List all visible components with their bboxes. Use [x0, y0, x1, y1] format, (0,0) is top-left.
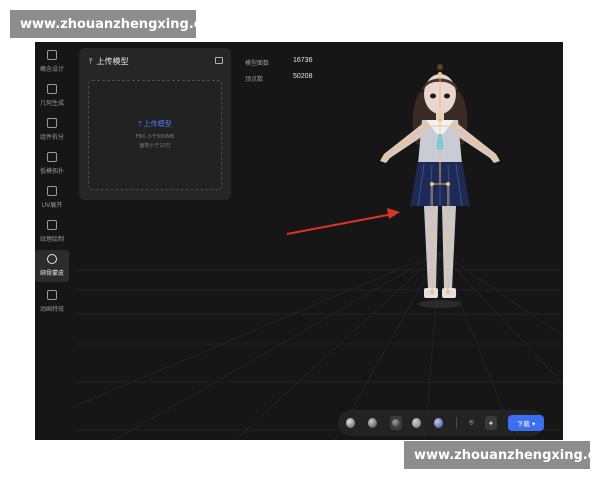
upload-hint-format: FBX,小于600MB [135, 134, 175, 140]
bottom-toolbar: ⌾ ✦ 下载 ▾ [338, 410, 544, 436]
watermark-top: www.zhouanzhengxing.com [10, 10, 224, 38]
toolbar-divider [456, 417, 458, 429]
sidebar-item-label: 动画特效 [39, 306, 64, 313]
upload-dropzone[interactable]: ⤒ 上传模型 FBX,小于600MB 面数小于10万 [88, 80, 222, 190]
faces-label: 模型面数 [245, 60, 270, 67]
texture-icon [47, 220, 57, 230]
sidebar-item-label: 几何生成 [39, 100, 64, 107]
topology-icon [47, 152, 57, 162]
split-icon [47, 118, 57, 128]
uv-icon [47, 186, 57, 196]
sidebar-item-label: 组件拆分 [39, 134, 64, 141]
vertices-label: 顶点数 [245, 76, 264, 83]
sidebar-item-texture[interactable]: 纹理绘制 [35, 216, 69, 248]
sidebar-item-topology[interactable]: 低模拓扑 [35, 148, 69, 180]
matcap-dark-icon[interactable] [367, 418, 377, 428]
panel-title: 上传模型 [96, 57, 129, 66]
sidebar-item-concept[interactable]: 概念设计 [35, 46, 69, 78]
animation-icon [47, 290, 57, 300]
upload-panel: ⤒ 上传模型 ⤒ 上传模型 FBX,小于600MB 面数小于10万 [79, 48, 231, 200]
collapse-panel-icon[interactable] [215, 57, 223, 64]
app-window: 概念设计 几何生成 组件拆分 低模拓扑 UV展开 纹理绘制 绑骨蒙皮 动画特效 … [35, 42, 563, 440]
geometry-icon [47, 84, 57, 94]
matcap-gray-icon[interactable] [346, 418, 355, 428]
sidebar-item-label: UV展开 [41, 202, 63, 209]
sidebar-item-label: 低模拓扑 [39, 168, 64, 175]
sidebar-item-uv[interactable]: UV展开 [35, 182, 69, 214]
faces-value: 16736 [293, 57, 313, 64]
upload-icon: ⤒ [89, 56, 93, 66]
rig-icon [47, 254, 57, 264]
matcap-selected-button[interactable] [389, 416, 403, 430]
sidebar-item-animation[interactable]: 动画特效 [35, 286, 69, 318]
sidebar-item-label: 绑骨蒙皮 [39, 270, 64, 277]
sidebar-item-label: 概念设计 [39, 66, 64, 73]
upload-hint-faces: 面数小于10万 [139, 143, 171, 149]
sidebar-item-rig[interactable]: 绑骨蒙皮 [35, 250, 69, 282]
upload-button-label: 上传模型 [143, 120, 172, 128]
matcap-light-icon[interactable] [412, 418, 422, 428]
matcap-shaded-icon [392, 419, 401, 427]
character-model[interactable] [360, 64, 520, 314]
skeleton-toggle-icon[interactable]: ✦ [484, 416, 498, 430]
upload-model-button[interactable]: ⤒ 上传模型 [89, 119, 221, 129]
concept-icon [47, 50, 57, 60]
sidebar-item-split[interactable]: 组件拆分 [35, 114, 69, 146]
sidebar-item-geometry[interactable]: 几何生成 [35, 80, 69, 112]
download-button[interactable]: 下载 ▾ [508, 415, 544, 431]
watermark-bottom: www.zhouanzhengxing.com [404, 441, 600, 469]
screenshot: 概念设计 几何生成 组件拆分 低模拓扑 UV展开 纹理绘制 绑骨蒙皮 动画特效 … [0, 0, 600, 480]
matcap-blue-icon[interactable] [434, 418, 444, 428]
focus-frame-icon[interactable]: ⌾ [465, 416, 478, 430]
sidebar-item-label: 纹理绘制 [39, 236, 64, 243]
vertices-value: 50208 [293, 73, 313, 80]
sidebar: 概念设计 几何生成 组件拆分 低模拓扑 UV展开 纹理绘制 绑骨蒙皮 动画特效 [35, 42, 69, 440]
